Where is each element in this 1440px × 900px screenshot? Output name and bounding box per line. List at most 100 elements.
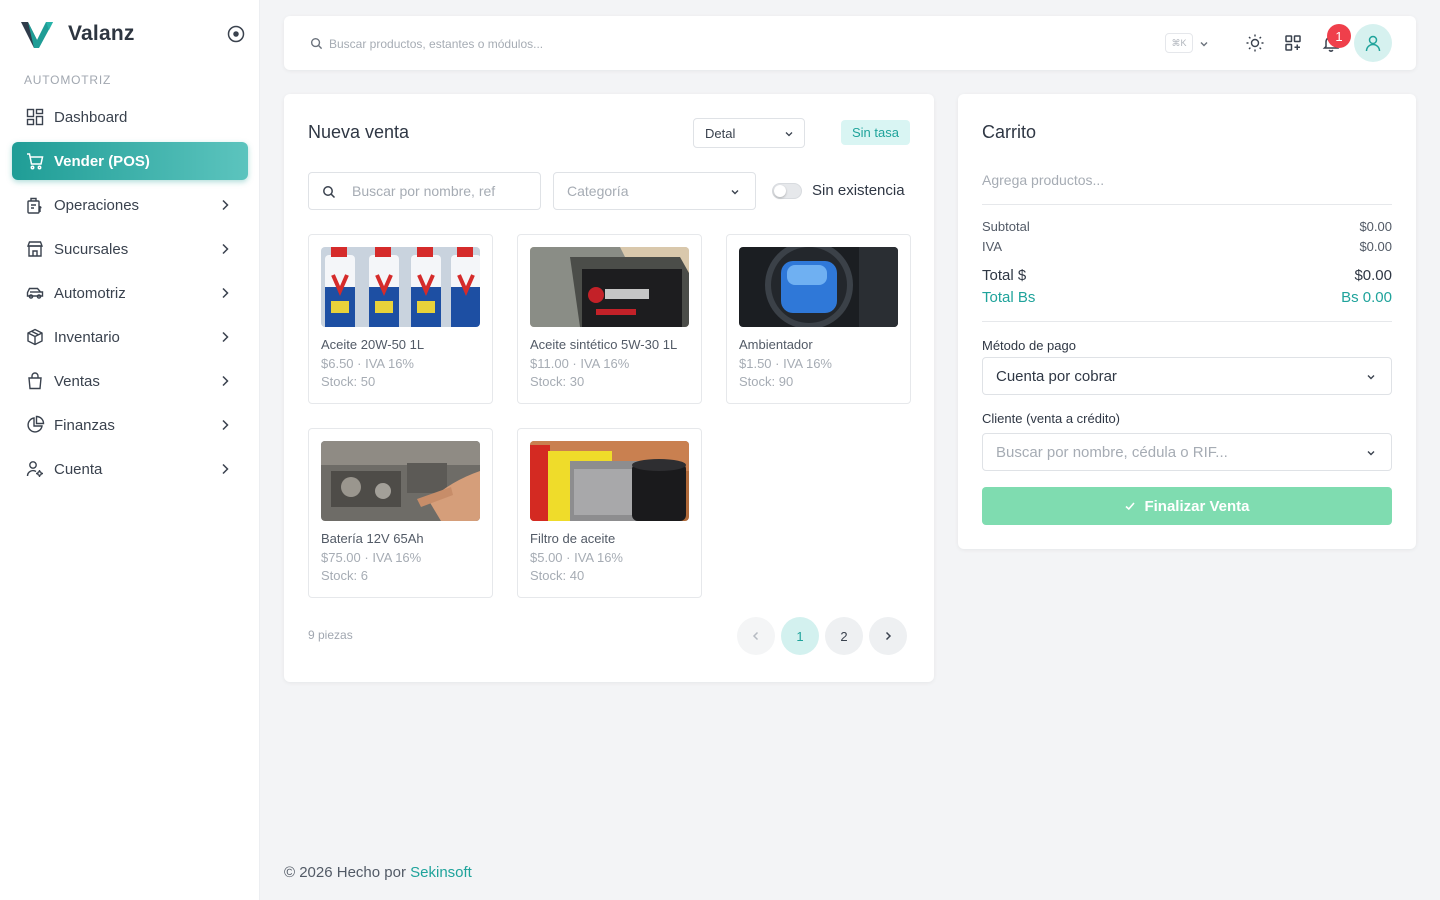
product-card[interactable]: Batería 12V 65Ah $75.00 · IVA 16% Stock:… [308,428,493,598]
price-type-select[interactable]: Detal [693,118,805,148]
cart-title: Carrito [982,122,1037,142]
price-type-value: Detal [705,125,736,141]
footer-link[interactable]: Sekinsoft [410,864,472,881]
sidebar-item-cuenta[interactable]: Cuenta [12,450,248,488]
total-usd-label: Total $ [982,267,1027,284]
sidebar-item-label: Inventario [54,328,120,346]
product-name: Batería 12V 65Ah [321,531,424,546]
sidebar-nav: Dashboard Vender (POS) Operaciones Sucur… [12,98,248,494]
chevron-down-icon [731,190,739,195]
brand-name: Valanz [68,22,135,45]
sidebar-item-automotriz[interactable]: Automotriz [12,274,248,312]
product-price: $5.00 · IVA 16% [530,550,623,565]
product-stock: Stock: 6 [321,568,368,583]
brand[interactable]: Valanz [20,18,135,50]
new-sale-panel: Nueva venta Detal Sin tasa Categoría Sin… [284,94,934,682]
sidebar-item-finanzas[interactable]: Finanzas [12,406,248,444]
valanz-logo-icon [21,22,53,48]
sun-icon[interactable] [1245,33,1265,53]
divider [982,204,1392,205]
category-select[interactable]: Categoría [553,172,756,210]
client-placeholder: Buscar por nombre, cédula o RIF... [996,443,1228,461]
subtotal-label: Subtotal [982,219,1030,234]
sidebar-item-dashboard[interactable]: Dashboard [12,98,248,136]
sidebar-item-label: Vender (POS) [54,152,150,170]
product-search-field[interactable] [308,172,541,210]
product-image [530,441,689,521]
chevron-right-icon [222,331,229,343]
cart-panel: Carrito Agrega productos... Subtotal $0.… [958,94,1416,549]
sidebar-item-pos[interactable]: Vender (POS) [12,142,248,180]
iva-value: $0.00 [1359,239,1392,254]
footer-text: © 2026 Hecho por [284,864,406,881]
check-icon [1125,502,1136,511]
chevron-right-icon [885,631,892,641]
product-price: $11.00 · IVA 16% [530,356,630,371]
apps-grid-icon[interactable] [1283,33,1303,53]
product-card[interactable]: Aceite 20W-50 1L $6.50 · IVA 16% Stock: … [308,234,493,404]
operations-icon [27,197,42,214]
product-card[interactable]: Ambientador $1.50 · IVA 16% Stock: 90 [726,234,911,404]
sidebar-item-ventas[interactable]: Ventas [12,362,248,400]
divider [982,321,1392,322]
out-of-stock-label: Sin existencia [812,182,905,199]
avatar[interactable] [1354,24,1392,62]
sidebar-item-label: Automotriz [54,284,126,302]
footer: © 2026 Hecho por Sekinsoft [284,864,472,881]
product-name: Aceite 20W-50 1L [321,337,425,352]
sidebar-item-sucursales[interactable]: Sucursales [12,230,248,268]
synthetic-oil-image [530,247,689,327]
user-settings-icon [26,461,43,477]
product-image [739,247,898,327]
page-button-2[interactable]: 2 [825,617,863,655]
sidebar-item-label: Operaciones [54,196,140,214]
chevron-down-icon [785,132,793,137]
product-name: Filtro de aceite [530,531,616,546]
chevron-right-icon [222,199,229,211]
pieces-count: 9 piezas [308,628,353,642]
sidebar-item-label: Cuenta [54,460,103,478]
box-icon [27,328,43,346]
chevron-down-icon [1367,451,1375,456]
product-image [321,441,480,521]
sidebar-item-label: Dashboard [54,108,128,126]
sidebar-toggle-icon[interactable] [226,24,246,44]
out-of-stock-toggle[interactable] [772,183,802,199]
pie-chart-icon [27,415,45,433]
oil-filter-image [530,441,689,521]
client-select[interactable]: Buscar por nombre, cédula o RIF... [982,433,1392,471]
car-icon [26,287,44,299]
prev-page-button[interactable] [737,617,775,655]
product-stock: Stock: 30 [530,374,585,389]
category-placeholder: Categoría [567,183,629,199]
iva-label: IVA [982,239,1002,254]
sidebar-item-inventario[interactable]: Inventario [12,318,248,356]
page-button-1[interactable]: 1 [781,617,819,655]
client-label: Cliente (venta a crédito) [982,411,1121,426]
cart-icon [27,153,44,170]
toggle-knob [774,185,786,197]
sidebar-item-label: Ventas [54,372,100,390]
global-search-input[interactable] [329,33,729,55]
next-page-button[interactable] [869,617,907,655]
product-card[interactable]: Aceite sintético 5W-30 1L $11.00 · IVA 1… [517,234,702,404]
finish-sale-label: Finalizar Venta [1144,497,1250,515]
search-icon [310,37,323,50]
total-bs-label: Total Bs [982,289,1036,306]
product-search-input[interactable] [352,181,532,201]
payment-method-value: Cuenta por cobrar [996,367,1117,385]
payment-method-label: Método de pago [982,338,1076,353]
chevron-right-icon [222,419,229,431]
air-freshener-image [739,247,898,327]
chevron-down-icon[interactable] [1198,38,1210,50]
subtotal-value: $0.00 [1359,219,1392,234]
rate-status-badge: Sin tasa [841,120,910,145]
product-image [321,247,480,327]
sidebar-item-operaciones[interactable]: Operaciones [12,186,248,224]
user-icon [1365,35,1381,52]
shortcut-hint: ⌘K [1165,33,1193,53]
product-stock: Stock: 40 [530,568,585,583]
finish-sale-button[interactable]: Finalizar Venta [982,487,1392,525]
payment-method-select[interactable]: Cuenta por cobrar [982,357,1392,395]
product-card[interactable]: Filtro de aceite $5.00 · IVA 16% Stock: … [517,428,702,598]
